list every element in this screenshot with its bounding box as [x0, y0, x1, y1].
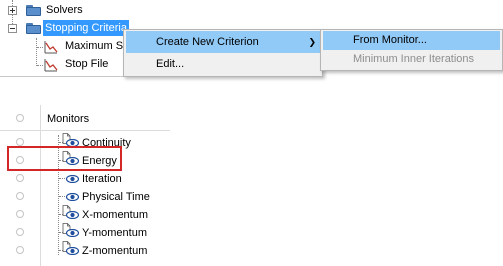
tree-connector — [37, 47, 43, 48]
monitor-item-x-momentum[interactable]: X-momentum — [82, 207, 148, 223]
tree-item-stopping-criteria[interactable]: Stopping Criteria — [43, 20, 129, 36]
divider — [0, 76, 130, 77]
collapse-stopping-criteria-icon[interactable] — [8, 24, 17, 33]
header-divider — [0, 130, 170, 131]
menu-item-label: Edit... — [156, 58, 185, 70]
menu-item-minimum-inner-iterations: Minimum Inner Iterations — [323, 50, 500, 69]
tree-item-solvers[interactable]: Solvers — [44, 2, 85, 18]
folder-icon — [26, 5, 41, 16]
tree-connector — [37, 65, 43, 66]
monitor-item-physical-time[interactable]: Physical Time — [82, 189, 150, 205]
monitors-header[interactable]: Monitors — [47, 111, 89, 127]
folder-icon — [26, 23, 41, 34]
menu-item-edit[interactable]: Edit... — [126, 53, 320, 75]
expand-solvers-icon[interactable] — [8, 6, 17, 15]
eye-icon — [66, 175, 79, 183]
tree-connector — [36, 38, 37, 66]
menu-item-label: Minimum Inner Iterations — [353, 53, 475, 65]
annotation-highlight-box — [7, 146, 122, 171]
submenu: From Monitor... Minimum Inner Iterations — [320, 29, 503, 71]
eye-icon — [66, 229, 79, 237]
tree-item-stop-file[interactable]: Stop File — [63, 56, 110, 72]
menu-item-create-new-criterion[interactable]: Create New Criterion ❯ — [126, 31, 320, 53]
eye-icon — [66, 247, 79, 255]
stopping-criterion-icon — [44, 59, 58, 72]
row-state-indicator[interactable] — [16, 138, 24, 146]
eye-icon — [66, 193, 79, 201]
tree-item-maximum-steps[interactable]: Maximum St — [63, 38, 128, 54]
stopping-criterion-icon — [44, 41, 58, 54]
monitor-item-z-momentum[interactable]: Z-momentum — [82, 243, 147, 259]
menu-item-from-monitor[interactable]: From Monitor... — [323, 31, 500, 50]
context-menu: Create New Criterion ❯ Edit... — [123, 29, 323, 77]
monitor-item-y-momentum[interactable]: Y-momentum — [82, 225, 147, 241]
row-state-indicator[interactable] — [16, 246, 24, 254]
monitors-panel: Monitors Continuity Energy Iteration Physic… — [0, 105, 503, 266]
row-state-indicator[interactable] — [16, 114, 24, 122]
row-state-indicator[interactable] — [16, 174, 24, 182]
row-state-indicator[interactable] — [16, 192, 24, 200]
row-state-indicator[interactable] — [16, 210, 24, 218]
menu-item-label: From Monitor... — [353, 34, 427, 46]
eye-icon — [66, 211, 79, 219]
row-state-indicator[interactable] — [16, 228, 24, 236]
monitor-item-iteration[interactable]: Iteration — [82, 171, 122, 187]
menu-item-label: Create New Criterion — [156, 36, 259, 48]
submenu-arrow-icon: ❯ — [308, 37, 316, 47]
